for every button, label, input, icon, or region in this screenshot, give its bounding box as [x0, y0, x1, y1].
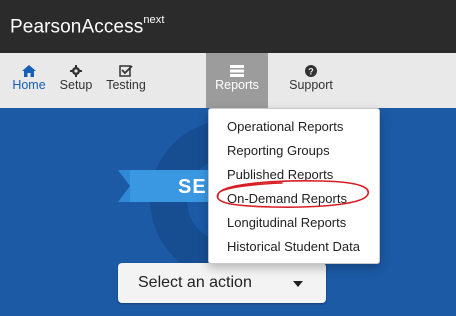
question-icon: ?: [305, 65, 317, 77]
nav-reports[interactable]: Reports: [206, 53, 268, 108]
brand-suffix: next: [143, 14, 165, 26]
nav-testing[interactable]: Testing: [100, 53, 152, 108]
menu-item-reporting-groups[interactable]: Reporting Groups: [227, 143, 330, 158]
nav-testing-label: Testing: [106, 78, 146, 92]
main-nav: Home Setup Testing Reports ? Support: [0, 53, 456, 108]
checkbox-icon: [119, 65, 133, 77]
nav-home-label: Home: [12, 78, 46, 92]
nav-setup[interactable]: Setup: [54, 53, 98, 108]
select-action-label: Select an action: [138, 274, 252, 291]
svg-text:?: ?: [308, 67, 314, 77]
menu-item-operational-reports[interactable]: Operational Reports: [227, 119, 343, 134]
nav-support-label: Support: [289, 78, 333, 92]
home-icon: [22, 65, 36, 77]
nav-home[interactable]: Home: [8, 53, 50, 108]
banner-ribbon-tail: [118, 170, 130, 202]
gear-icon: [70, 65, 82, 77]
top-bar: PearsonAccessnext: [0, 0, 456, 53]
select-action-dropdown[interactable]: Select an action: [118, 263, 326, 303]
menu-item-historical-student-data[interactable]: Historical Student Data: [227, 239, 360, 254]
red-circle-annotation: [216, 180, 370, 208]
brand-name: PearsonAccess: [10, 16, 144, 38]
brand-logo[interactable]: PearsonAccessnext: [10, 14, 165, 38]
nav-setup-label: Setup: [59, 78, 93, 92]
menu-item-longitudinal-reports[interactable]: Longitudinal Reports: [227, 215, 346, 230]
reports-icon: [230, 65, 244, 77]
nav-reports-label: Reports: [215, 78, 259, 92]
nav-support[interactable]: ? Support: [283, 53, 339, 108]
banner-text: SE: [178, 176, 207, 198]
caret-down-icon: [293, 281, 303, 287]
